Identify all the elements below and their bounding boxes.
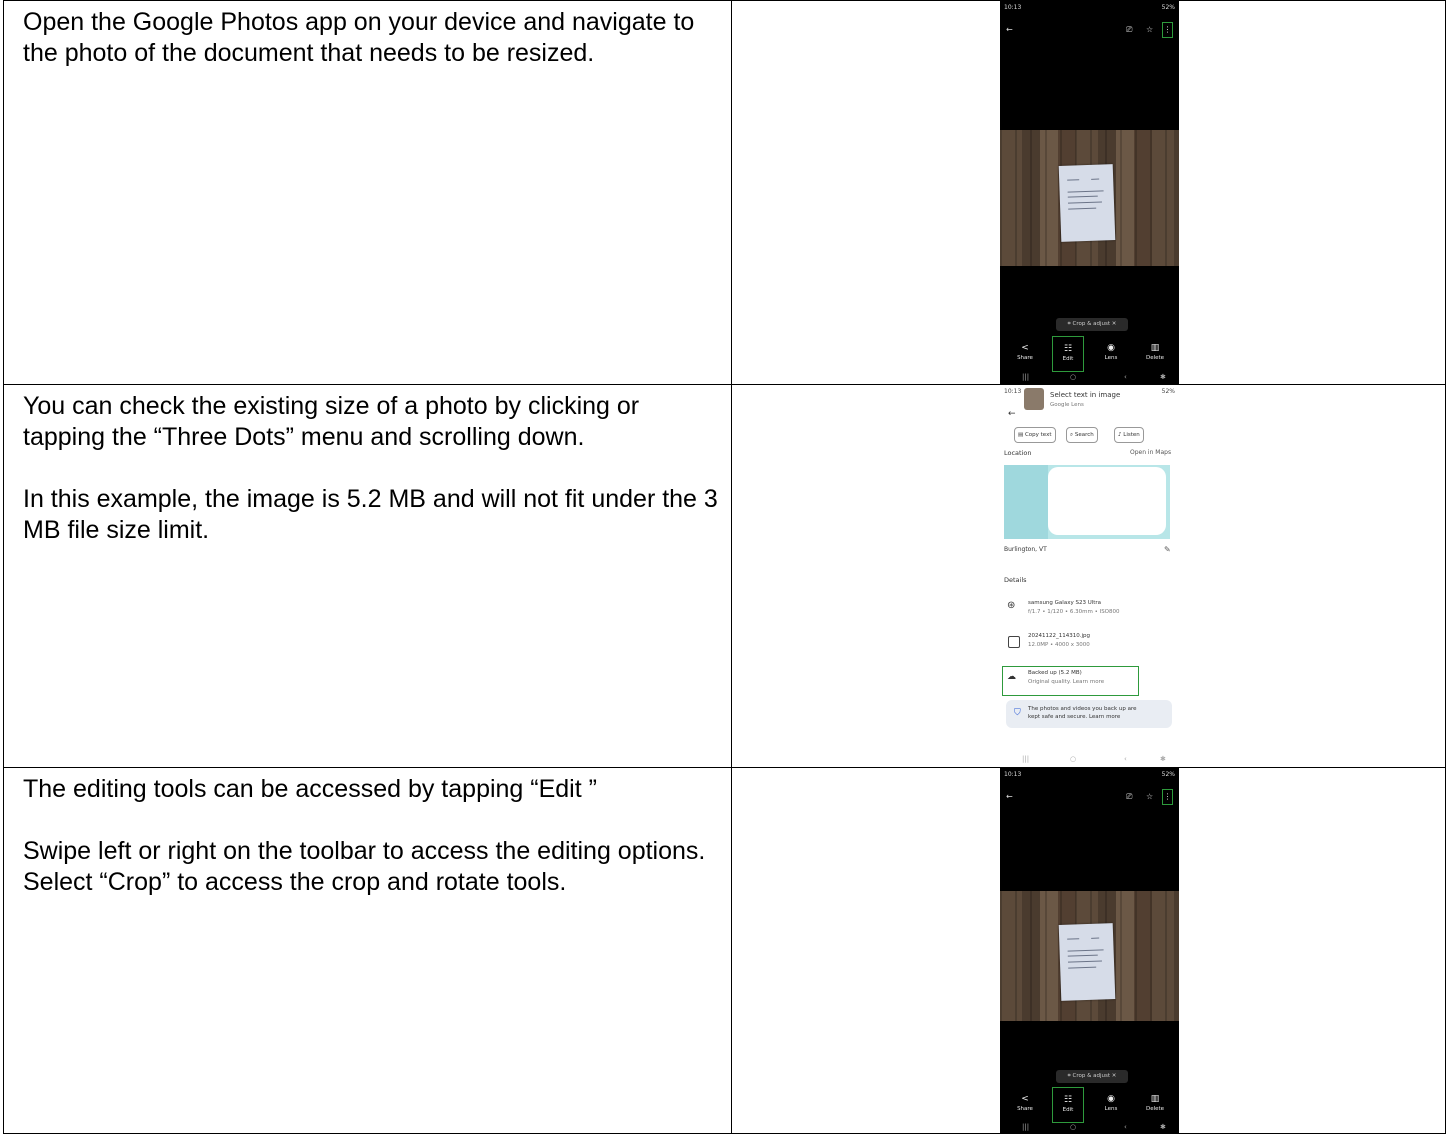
share-icon: <	[1021, 1094, 1029, 1104]
file-name: 20241122_114310.jpg	[1028, 633, 1090, 639]
camera-model: samsung Galaxy S23 Ultra	[1028, 600, 1102, 606]
edit-button[interactable]: ☷ Edit	[1052, 1087, 1084, 1123]
bottom-actions: < Share ☷ Edit ◉ Lens ▥ Delete	[1000, 336, 1179, 372]
cloud-icon: ☁	[1007, 672, 1016, 682]
android-nav-bar: ||| ○ ‹ ✱	[1000, 372, 1179, 382]
crop-adjust-chip[interactable]: ⌗ Crop & adjust ✕	[1056, 318, 1128, 331]
shield-icon: ⛉	[1014, 708, 1021, 718]
step-image-cell: 10:13 52% ← ⎚ ☆ ⋮ ⌗ Crop & adjust ✕ < Shar…	[731, 0, 1446, 385]
step-3-paragraph-2: Swipe left or right on the toolbar to ac…	[23, 837, 706, 896]
step-text-cell: You can check the existing size of a pho…	[3, 384, 732, 768]
share-button[interactable]: < Share	[1010, 1093, 1040, 1113]
star-icon[interactable]: ☆	[1146, 25, 1153, 34]
recents-icon: |||	[1022, 755, 1030, 763]
accessibility-icon: ✱	[1160, 373, 1166, 381]
status-time: 10:13	[1004, 771, 1022, 778]
photo-viewer-screenshot: 10:13 52% ← ⎚ ☆ ⋮ ⌗ Crop & adjust ✕ < Shar…	[1000, 768, 1179, 1133]
bottom-actions: < Share ☷ Edit ◉ Lens ▥ Delete	[1000, 1087, 1179, 1123]
delete-button[interactable]: ▥ Delete	[1140, 1093, 1170, 1113]
android-nav-bar: ||| ○ ‹ ✱	[1000, 1122, 1179, 1132]
photo-details-screenshot: 10:13 52% Select text in image Google Len…	[1000, 385, 1179, 767]
android-nav-bar: ||| ○ ‹ ✱	[1000, 754, 1179, 764]
location-map[interactable]	[1004, 465, 1170, 539]
sliders-icon: ☷	[1063, 1095, 1073, 1105]
cast-icon[interactable]: ⎚	[1126, 792, 1132, 802]
share-button[interactable]: < Share	[1010, 342, 1040, 362]
accessibility-icon: ✱	[1160, 1123, 1166, 1131]
backup-quality: Original quality. Learn more	[1028, 679, 1105, 685]
three-dots-menu-icon[interactable]: ⋮	[1162, 789, 1173, 805]
home-icon: ○	[1070, 1123, 1077, 1131]
edit-button[interactable]: ☷ Edit	[1052, 336, 1084, 372]
secure-notice: ⛉ The photos and videos you back up are …	[1006, 700, 1172, 728]
lens-button[interactable]: ◉ Lens	[1096, 342, 1126, 362]
status-time: 10:13	[1004, 388, 1022, 395]
step-row-2: You can check the existing size of a pho…	[3, 384, 1446, 768]
back-arrow-icon[interactable]: ←	[1006, 792, 1013, 801]
lens-button[interactable]: ◉ Lens	[1096, 1093, 1126, 1113]
lens-icon: ◉	[1107, 343, 1115, 353]
step-2-paragraph-1: You can check the existing size of a pho…	[23, 392, 640, 451]
google-lens-label: Google Lens	[1050, 402, 1084, 408]
details-heading: Details	[1004, 576, 1027, 584]
recents-icon: |||	[1022, 373, 1030, 381]
search-chip[interactable]: ⌕ Search	[1066, 427, 1098, 443]
step-row-1: Open the Google Photos app on your devic…	[3, 0, 1446, 385]
back-arrow-icon[interactable]: ←	[1006, 25, 1013, 34]
back-arrow-icon[interactable]: ←	[1006, 409, 1018, 419]
status-battery: 52%	[1161, 388, 1175, 395]
backup-size: Backed up (5.2 MB)	[1028, 670, 1082, 676]
aperture-icon: ⊛	[1007, 600, 1016, 611]
home-icon: ○	[1070, 755, 1077, 763]
open-in-maps-link[interactable]: Open in Maps	[1130, 449, 1171, 456]
step-2-paragraph-2: In this example, the image is 5.2 MB and…	[23, 485, 718, 544]
status-battery: 52%	[1161, 4, 1175, 11]
step-text-cell: The editing tools can be accessed by tap…	[3, 767, 732, 1134]
lens-thumbnail	[1024, 388, 1044, 410]
star-icon[interactable]: ☆	[1146, 792, 1153, 801]
document-photo	[1000, 130, 1179, 266]
edit-pencil-icon[interactable]: ✎	[1164, 545, 1171, 554]
delete-button[interactable]: ▥ Delete	[1140, 342, 1170, 362]
share-icon: <	[1021, 343, 1029, 353]
back-icon: ‹	[1124, 1123, 1127, 1131]
place-name: Burlington, VT	[1004, 546, 1047, 553]
photo-viewer-screenshot: 10:13 52% ← ⎚ ☆ ⋮ ⌗ Crop & adjust ✕ < Shar…	[1000, 1, 1179, 384]
file-specs: 12.0MP • 4000 x 3000	[1028, 642, 1090, 648]
lens-icon: ◉	[1107, 1094, 1115, 1104]
select-text-title: Select text in image	[1050, 391, 1121, 399]
step-row-3: The editing tools can be accessed by tap…	[3, 767, 1446, 1134]
listen-chip[interactable]: ♪ Listen	[1114, 427, 1144, 443]
status-battery: 52%	[1161, 771, 1175, 778]
back-icon: ‹	[1124, 755, 1127, 763]
camera-specs: f/1.7 • 1/120 • 6.30mm • ISO800	[1028, 609, 1120, 615]
copy-text-chip[interactable]: ▤ Copy text	[1014, 427, 1056, 443]
cast-icon[interactable]: ⎚	[1126, 25, 1132, 35]
back-icon: ‹	[1124, 373, 1127, 381]
step-image-cell: 10:13 52% ← ⎚ ☆ ⋮ ⌗ Crop & adjust ✕ < Shar…	[731, 767, 1446, 1134]
three-dots-menu-icon[interactable]: ⋮	[1162, 22, 1173, 38]
trash-icon: ▥	[1150, 343, 1160, 353]
step-3-paragraph-1: The editing tools can be accessed by tap…	[23, 775, 597, 803]
steps-table: Open the Google Photos app on your devic…	[3, 0, 1446, 1134]
step-text-cell: Open the Google Photos app on your devic…	[3, 0, 732, 385]
recents-icon: |||	[1022, 1123, 1030, 1131]
step-1-paragraph: Open the Google Photos app on your devic…	[23, 8, 695, 67]
status-time: 10:13	[1004, 4, 1022, 11]
image-file-icon	[1008, 636, 1020, 648]
crop-adjust-chip[interactable]: ⌗ Crop & adjust ✕	[1056, 1070, 1128, 1083]
home-icon: ○	[1070, 373, 1077, 381]
accessibility-icon: ✱	[1160, 755, 1166, 763]
trash-icon: ▥	[1150, 1094, 1160, 1104]
sliders-icon: ☷	[1063, 344, 1073, 354]
location-heading: Location	[1004, 449, 1032, 457]
document-photo	[1000, 891, 1179, 1021]
step-image-cell: 10:13 52% Select text in image Google Len…	[731, 384, 1446, 768]
